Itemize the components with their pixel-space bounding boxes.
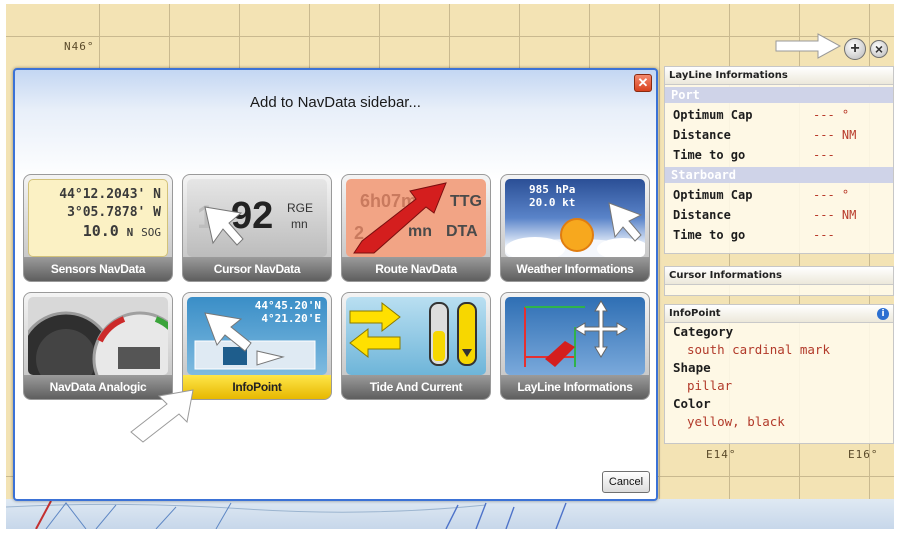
infopoint-panel: InfoPoint i Category south cardinal mark… bbox=[664, 304, 894, 444]
color-value: yellow, black bbox=[687, 414, 785, 429]
starboard-time-row: Time to go --- bbox=[665, 225, 893, 245]
port-section-header: Port bbox=[665, 87, 893, 103]
info-icon[interactable]: i bbox=[877, 308, 889, 320]
distance-value: --- NM bbox=[813, 128, 857, 142]
sog-unit: N bbox=[126, 226, 134, 239]
category-label: Category bbox=[673, 324, 734, 339]
tile-weather-informations[interactable]: 985 hPa 20.0 kt Weather Informations bbox=[500, 174, 650, 282]
pointer-arrow-icon bbox=[204, 312, 252, 352]
dialog-close-button[interactable]: ✕ bbox=[634, 74, 652, 92]
chart-grid-line bbox=[6, 36, 894, 37]
sensors-sog: 10.0 N SOG bbox=[29, 222, 161, 242]
tile-route-navdata[interactable]: 6h07m TTG 2 mn DTA Route NavData bbox=[341, 174, 491, 282]
distance-label: Distance bbox=[673, 208, 731, 222]
cursor-info-panel: Cursor Informations bbox=[664, 266, 894, 296]
tile-cursor-navdata[interactable]: 1 92 RGE mn Cursor NavData bbox=[182, 174, 332, 282]
port-optimum-cap-row: Optimum Cap --- ° bbox=[665, 105, 893, 125]
port-distance-row: Distance --- NM bbox=[665, 125, 893, 145]
sensors-lat: 44°12.2043' N bbox=[59, 187, 161, 202]
close-panel-button[interactable]: × bbox=[870, 40, 888, 58]
layline-preview bbox=[505, 297, 645, 375]
starboard-optimum-cap-row: Optimum Cap --- ° bbox=[665, 185, 893, 205]
dialog-title: Add to NavData sidebar... bbox=[250, 94, 421, 111]
tile-navdata-analogic[interactable]: NavData Analogic bbox=[23, 292, 173, 400]
pointer-arrow-icon bbox=[130, 389, 194, 443]
gauge-icon bbox=[28, 311, 168, 375]
analogic-preview bbox=[28, 297, 168, 375]
infopoint-lon: 4°21.20'E bbox=[261, 312, 321, 325]
tile-label: Tide And Current bbox=[342, 375, 490, 399]
optimum-cap-label: Optimum Cap bbox=[673, 108, 753, 122]
infopoint-lat: 44°45.20'N bbox=[254, 299, 321, 312]
optimum-cap-value: --- ° bbox=[813, 188, 850, 202]
cursor-info-panel-title[interactable]: Cursor Informations bbox=[665, 267, 893, 285]
weather-preview: 985 hPa 20.0 kt bbox=[505, 179, 645, 257]
tile-layline-informations[interactable]: LayLine Informations bbox=[500, 292, 650, 400]
route-preview: 6h07m TTG 2 mn DTA bbox=[346, 179, 486, 257]
tile-label: LayLine Informations bbox=[501, 375, 649, 399]
layline-panel-title[interactable]: LayLine Informations bbox=[665, 67, 893, 85]
distance-value: --- NM bbox=[813, 208, 857, 222]
sun-cloud-icon bbox=[505, 202, 645, 257]
optimum-cap-label: Optimum Cap bbox=[673, 188, 753, 202]
port-time-row: Time to go --- bbox=[665, 145, 893, 165]
tile-label: Weather Informations bbox=[501, 257, 649, 281]
time-to-go-value: --- bbox=[813, 228, 835, 242]
sog-value: 10.0 bbox=[82, 222, 119, 240]
infopoint-preview: 44°45.20'N 4°21.20'E bbox=[187, 297, 327, 375]
sensors-preview: 44°12.2043' N 3°05.7878' W 10.0 N SOG bbox=[28, 179, 168, 257]
infopoint-coords: 44°45.20'N 4°21.20'E bbox=[255, 299, 321, 325]
tile-infopoint[interactable]: 44°45.20'N 4°21.20'E InfoPoint bbox=[182, 292, 332, 400]
tile-label: Route NavData bbox=[342, 257, 490, 281]
tide-gauge-icon bbox=[349, 301, 477, 366]
starboard-section-header: Starboard bbox=[665, 167, 893, 183]
zoom-in-button[interactable]: + bbox=[844, 38, 866, 60]
tile-label: Cursor NavData bbox=[183, 257, 331, 281]
color-label: Color bbox=[673, 396, 711, 411]
chart-grid-line bbox=[659, 4, 660, 529]
tile-label: InfoPoint bbox=[183, 375, 331, 399]
cursor-unit-mn: mn bbox=[291, 217, 308, 231]
add-to-navdata-dialog: Add to NavData sidebar... ✕ 44°12.2043' … bbox=[13, 68, 658, 501]
shape-label: Shape bbox=[673, 360, 711, 375]
layline-panel: LayLine Informations Port Optimum Cap --… bbox=[664, 66, 894, 254]
cursor-preview: 1 92 RGE mn bbox=[187, 179, 327, 257]
route-dta-tag: DTA bbox=[446, 223, 478, 240]
time-to-go-label: Time to go bbox=[673, 228, 746, 242]
cursor-arrow-icon bbox=[204, 206, 244, 246]
time-to-go-value: --- bbox=[813, 148, 835, 162]
weather-pressure: 985 hPa bbox=[529, 183, 576, 196]
navdata-sidebar: LayLine Informations Port Optimum Cap --… bbox=[664, 66, 894, 476]
infopoint-panel-title[interactable]: InfoPoint i bbox=[665, 305, 893, 323]
tile-sensors-navdata[interactable]: 44°12.2043' N 3°05.7878' W 10.0 N SOG Se… bbox=[23, 174, 173, 282]
starboard-distance-row: Distance --- NM bbox=[665, 205, 893, 225]
cancel-button[interactable]: Cancel bbox=[602, 471, 650, 493]
infopoint-panel-title-text: InfoPoint bbox=[669, 308, 721, 319]
time-to-go-label: Time to go bbox=[673, 148, 746, 162]
category-value: south cardinal mark bbox=[687, 342, 830, 357]
tide-preview bbox=[346, 297, 486, 375]
sensors-lon: 3°05.7878' W bbox=[67, 205, 161, 220]
tile-tide-and-current[interactable]: Tide And Current bbox=[341, 292, 491, 400]
pointer-arrow-icon bbox=[775, 33, 842, 59]
sog-tag: SOG bbox=[141, 226, 161, 239]
tile-label: Sensors NavData bbox=[24, 257, 172, 281]
chart-screen[interactable]: N46° E14° E16° + × LayLine Informations … bbox=[6, 4, 894, 529]
chart-lines bbox=[6, 500, 567, 529]
sea-area bbox=[6, 499, 894, 529]
distance-label: Distance bbox=[673, 128, 731, 142]
route-arrow-icon bbox=[353, 182, 447, 254]
latitude-label: N46° bbox=[64, 40, 95, 53]
layline-icon bbox=[524, 300, 628, 367]
optimum-cap-value: --- ° bbox=[813, 108, 850, 122]
cursor-unit-rge: RGE bbox=[287, 201, 314, 215]
route-ttg-tag: TTG bbox=[450, 193, 482, 210]
shape-value: pillar bbox=[687, 378, 733, 393]
